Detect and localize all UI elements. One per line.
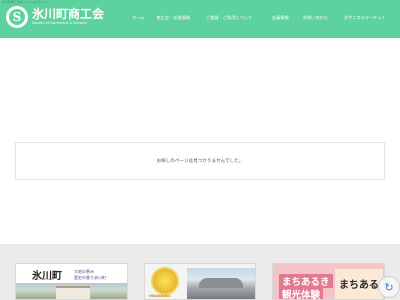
banner-town-copy-2: 歴史の香り氷川町 — [74, 275, 106, 280]
gear-s-logo-icon: S — [6, 6, 28, 28]
hikawanic-label: HIKAWANIC — [149, 294, 171, 298]
logo-letter: S — [12, 10, 22, 24]
town-building-photo — [56, 286, 90, 299]
nav-item-consultation[interactable]: ご相談・ご利用について — [206, 14, 252, 22]
banner-hikawanic[interactable]: HIKAWANIC — [144, 263, 256, 300]
header-tagline: 氷川町商工会オフィシャルサイト — [2, 0, 47, 4]
logo-text: 氷川町商工会 Society of Commerce & Industry — [32, 8, 104, 26]
nav-item-home[interactable]: ホーム — [132, 14, 144, 22]
site-subtitle: Society of Commerce & Industry — [32, 21, 88, 25]
not-found-box: お探しのページは見つかりませんでした。 — [15, 142, 385, 180]
market-roof-photo — [199, 278, 243, 288]
site-header: 氷川町商工会オフィシャルサイト S 氷川町商工会 Society of Comm… — [0, 0, 400, 38]
nav-item-members[interactable]: 会員情報 — [272, 14, 289, 22]
banner-town-en: Town of Hikawa — [32, 278, 53, 281]
banner-hikawa-town[interactable]: 氷川町 Town of Hikawa 大地の恵み 歴史の香り氷川町 — [15, 263, 128, 300]
nav-item-contact[interactable]: お問い合わせ — [303, 14, 328, 22]
citrus-logo — [151, 267, 179, 295]
not-found-message: お探しのページは見つかりませんでした。 — [156, 159, 244, 164]
banner-walk-line-1: まちあるき — [279, 274, 333, 288]
main-nav: ホーム 商工会・支援情報 ご相談・ご利用について 会員情報 お問い合わせ ダボニ… — [132, 14, 386, 22]
banner-machiaruki[interactable]: まちあるき まちあるき 観光体験 — [272, 263, 385, 300]
banner-town-copy: 大地の恵み 歴史の香り氷川町 — [74, 269, 106, 281]
nav-item-market[interactable]: ダボニカルマーケット — [344, 14, 386, 22]
site-name: 氷川町商工会 — [32, 7, 105, 21]
footer: 氷川町 Town of Hikawa 大地の恵み 歴史の香り氷川町 HIKAWA… — [0, 244, 400, 300]
site-logo-link[interactable]: S 氷川町商工会 Society of Commerce & Industry — [6, 6, 104, 28]
nav-item-support[interactable]: 商工会・支援情報 — [156, 14, 190, 22]
recaptcha-icon: ↻ — [384, 280, 394, 294]
banner-walk-line-2: 観光体験 — [279, 287, 324, 299]
recaptcha-badge[interactable]: ↻ — [378, 276, 400, 298]
page: 氷川町商工会オフィシャルサイト S 氷川町商工会 Society of Comm… — [0, 0, 400, 300]
